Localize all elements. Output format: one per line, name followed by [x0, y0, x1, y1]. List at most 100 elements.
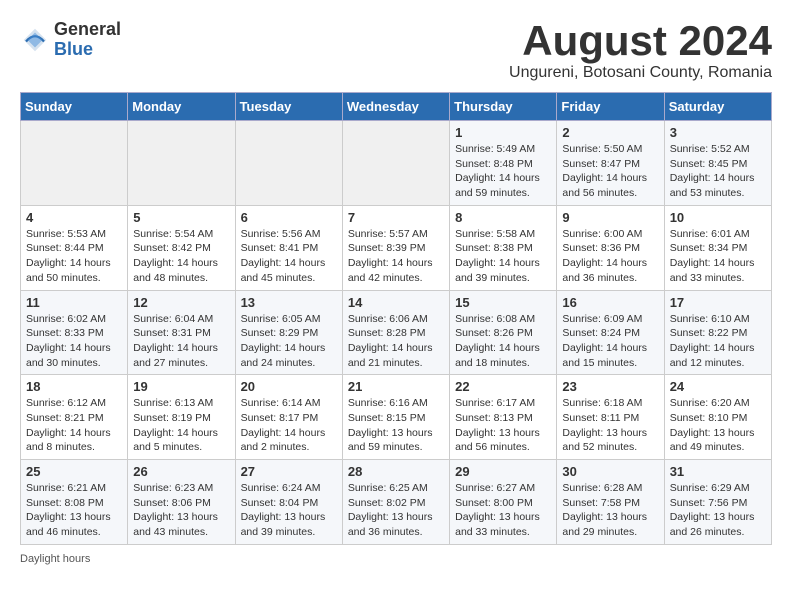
calendar-header: SundayMondayTuesdayWednesdayThursdayFrid… [21, 93, 772, 121]
day-info: Sunrise: 6:17 AM Sunset: 8:13 PM Dayligh… [455, 396, 551, 455]
calendar-cell: 31 Sunrise: 6:29 AM Sunset: 7:56 PM Dayli… [664, 460, 771, 545]
calendar-cell: 1 Sunrise: 5:49 AM Sunset: 8:48 PM Daylig… [450, 121, 557, 206]
day-number: 11 [26, 295, 122, 310]
day-number: 5 [133, 210, 229, 225]
day-number: 1 [455, 125, 551, 140]
calendar-cell: 21 Sunrise: 6:16 AM Sunset: 8:15 PM Dayli… [342, 375, 449, 460]
day-info: Sunrise: 6:24 AM Sunset: 8:04 PM Dayligh… [241, 481, 337, 540]
day-info: Sunrise: 6:00 AM Sunset: 8:36 PM Dayligh… [562, 227, 658, 286]
calendar-cell: 14 Sunrise: 6:06 AM Sunset: 8:28 PM Dayli… [342, 290, 449, 375]
day-info: Sunrise: 6:20 AM Sunset: 8:10 PM Dayligh… [670, 396, 766, 455]
calendar-cell [342, 121, 449, 206]
day-info: Sunrise: 5:50 AM Sunset: 8:47 PM Dayligh… [562, 142, 658, 201]
calendar-cell: 15 Sunrise: 6:08 AM Sunset: 8:26 PM Dayli… [450, 290, 557, 375]
day-number: 19 [133, 379, 229, 394]
header-sunday: Sunday [21, 93, 128, 121]
day-info: Sunrise: 6:18 AM Sunset: 8:11 PM Dayligh… [562, 396, 658, 455]
calendar-cell: 25 Sunrise: 6:21 AM Sunset: 8:08 PM Dayli… [21, 460, 128, 545]
day-number: 31 [670, 464, 766, 479]
day-info: Sunrise: 6:10 AM Sunset: 8:22 PM Dayligh… [670, 312, 766, 371]
header-tuesday: Tuesday [235, 93, 342, 121]
calendar-cell: 3Sunrise: 5:52 AM Sunset: 8:45 PM Daylig… [664, 121, 771, 206]
day-number: 3 [670, 125, 766, 140]
day-number: 21 [348, 379, 444, 394]
calendar-cell: 11 Sunrise: 6:02 AM Sunset: 8:33 PM Dayli… [21, 290, 128, 375]
calendar-cell: 27 Sunrise: 6:24 AM Sunset: 8:04 PM Dayli… [235, 460, 342, 545]
day-info: Sunrise: 6:21 AM Sunset: 8:08 PM Dayligh… [26, 481, 122, 540]
page-header: General Blue August 2024 Ungureni, Botos… [20, 20, 772, 82]
day-info: Sunrise: 6:29 AM Sunset: 7:56 PM Dayligh… [670, 481, 766, 540]
day-number: 9 [562, 210, 658, 225]
calendar-cell: 6 Sunrise: 5:56 AM Sunset: 8:41 PM Daylig… [235, 205, 342, 290]
day-info: Sunrise: 6:13 AM Sunset: 8:19 PM Dayligh… [133, 396, 229, 455]
day-info: Sunrise: 6:01 AM Sunset: 8:34 PM Dayligh… [670, 227, 766, 286]
day-number: 24 [670, 379, 766, 394]
calendar-cell: 2Sunrise: 5:50 AM Sunset: 8:47 PM Daylig… [557, 121, 664, 206]
day-number: 15 [455, 295, 551, 310]
calendar-cell [235, 121, 342, 206]
day-number: 22 [455, 379, 551, 394]
day-info: Sunrise: 5:56 AM Sunset: 8:41 PM Dayligh… [241, 227, 337, 286]
calendar-cell [128, 121, 235, 206]
day-number: 13 [241, 295, 337, 310]
day-info: Sunrise: 6:16 AM Sunset: 8:15 PM Dayligh… [348, 396, 444, 455]
day-number: 16 [562, 295, 658, 310]
calendar-week-1: 1 Sunrise: 5:49 AM Sunset: 8:48 PM Daylig… [21, 121, 772, 206]
header-row: SundayMondayTuesdayWednesdayThursdayFrid… [21, 93, 772, 121]
day-number: 4 [26, 210, 122, 225]
day-number: 14 [348, 295, 444, 310]
day-number: 12 [133, 295, 229, 310]
day-info: Sunrise: 6:02 AM Sunset: 8:33 PM Dayligh… [26, 312, 122, 371]
logo: General Blue [20, 20, 121, 60]
day-info: Sunrise: 5:54 AM Sunset: 8:42 PM Dayligh… [133, 227, 229, 286]
day-number: 28 [348, 464, 444, 479]
day-number: 8 [455, 210, 551, 225]
day-info: Sunrise: 5:57 AM Sunset: 8:39 PM Dayligh… [348, 227, 444, 286]
day-info: Sunrise: 5:58 AM Sunset: 8:38 PM Dayligh… [455, 227, 551, 286]
calendar-cell: 5 Sunrise: 5:54 AM Sunset: 8:42 PM Daylig… [128, 205, 235, 290]
calendar-table: SundayMondayTuesdayWednesdayThursdayFrid… [20, 92, 772, 545]
header-friday: Friday [557, 93, 664, 121]
day-info: Sunrise: 5:53 AM Sunset: 8:44 PM Dayligh… [26, 227, 122, 286]
month-year-title: August 2024 [509, 20, 772, 62]
day-info: Sunrise: 6:06 AM Sunset: 8:28 PM Dayligh… [348, 312, 444, 371]
calendar-week-2: 4 Sunrise: 5:53 AM Sunset: 8:44 PM Daylig… [21, 205, 772, 290]
logo-blue: Blue [54, 40, 121, 60]
calendar-cell: 23Sunrise: 6:18 AM Sunset: 8:11 PM Dayli… [557, 375, 664, 460]
day-info: Sunrise: 6:25 AM Sunset: 8:02 PM Dayligh… [348, 481, 444, 540]
title-block: August 2024 Ungureni, Botosani County, R… [509, 20, 772, 82]
calendar-week-5: 25 Sunrise: 6:21 AM Sunset: 8:08 PM Dayli… [21, 460, 772, 545]
calendar-cell: 20Sunrise: 6:14 AM Sunset: 8:17 PM Dayli… [235, 375, 342, 460]
day-info: Sunrise: 6:08 AM Sunset: 8:26 PM Dayligh… [455, 312, 551, 371]
calendar-cell: 10 Sunrise: 6:01 AM Sunset: 8:34 PM Dayli… [664, 205, 771, 290]
day-number: 26 [133, 464, 229, 479]
calendar-cell: 8 Sunrise: 5:58 AM Sunset: 8:38 PM Daylig… [450, 205, 557, 290]
calendar-cell: 30Sunrise: 6:28 AM Sunset: 7:58 PM Dayli… [557, 460, 664, 545]
calendar-cell: 7 Sunrise: 5:57 AM Sunset: 8:39 PM Daylig… [342, 205, 449, 290]
day-number: 10 [670, 210, 766, 225]
calendar-week-3: 11 Sunrise: 6:02 AM Sunset: 8:33 PM Dayli… [21, 290, 772, 375]
day-number: 7 [348, 210, 444, 225]
day-info: Sunrise: 6:23 AM Sunset: 8:06 PM Dayligh… [133, 481, 229, 540]
calendar-cell: 16Sunrise: 6:09 AM Sunset: 8:24 PM Dayli… [557, 290, 664, 375]
logo-text: General Blue [54, 20, 121, 60]
header-thursday: Thursday [450, 93, 557, 121]
calendar-cell: 24 Sunrise: 6:20 AM Sunset: 8:10 PM Dayli… [664, 375, 771, 460]
calendar-cell: 26 Sunrise: 6:23 AM Sunset: 8:06 PM Dayli… [128, 460, 235, 545]
header-saturday: Saturday [664, 93, 771, 121]
day-info: Sunrise: 6:28 AM Sunset: 7:58 PM Dayligh… [562, 481, 658, 540]
day-number: 20 [241, 379, 337, 394]
calendar-cell: 9 Sunrise: 6:00 AM Sunset: 8:36 PM Daylig… [557, 205, 664, 290]
calendar-cell: 12 Sunrise: 6:04 AM Sunset: 8:31 PM Dayli… [128, 290, 235, 375]
calendar-week-4: 18Sunrise: 6:12 AM Sunset: 8:21 PM Dayli… [21, 375, 772, 460]
calendar-cell: 4 Sunrise: 5:53 AM Sunset: 8:44 PM Daylig… [21, 205, 128, 290]
day-info: Sunrise: 6:04 AM Sunset: 8:31 PM Dayligh… [133, 312, 229, 371]
day-number: 6 [241, 210, 337, 225]
header-monday: Monday [128, 93, 235, 121]
day-number: 18 [26, 379, 122, 394]
day-info: Sunrise: 5:49 AM Sunset: 8:48 PM Dayligh… [455, 142, 551, 201]
day-info: Sunrise: 6:27 AM Sunset: 8:00 PM Dayligh… [455, 481, 551, 540]
day-number: 27 [241, 464, 337, 479]
calendar-cell: 29Sunrise: 6:27 AM Sunset: 8:00 PM Dayli… [450, 460, 557, 545]
day-number: 25 [26, 464, 122, 479]
